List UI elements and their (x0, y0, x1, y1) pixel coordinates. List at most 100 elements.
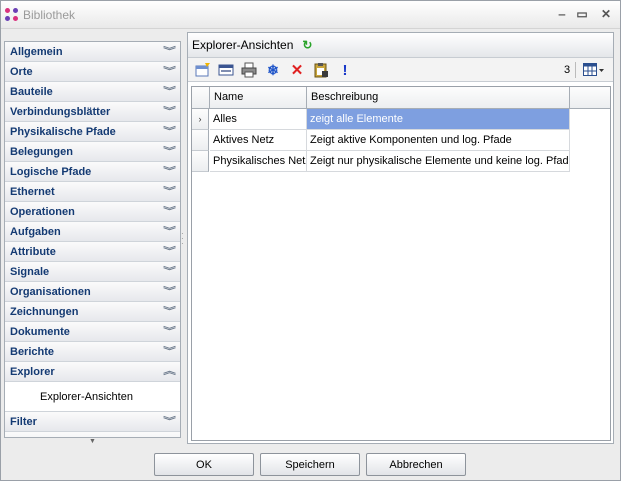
ok-button[interactable]: OK (154, 453, 254, 476)
window-title: Bibliothek (23, 8, 76, 22)
delete-icon[interactable]: ✕ (288, 61, 306, 79)
row-selector[interactable] (192, 130, 209, 151)
chevron-down-icon: ︾ (163, 146, 176, 156)
sidebar-item-label: Explorer (10, 365, 55, 378)
title-bar: Bibliothek ‒ ▭ ✕ (1, 1, 620, 29)
sidebar-item-label: Ethernet (10, 185, 55, 198)
chevron-down-icon: ︾ (163, 106, 176, 116)
chevron-down-icon: ︾ (163, 66, 176, 76)
current-row-arrow-icon: › (192, 109, 209, 130)
sidebar-item-orte[interactable]: Orte ︾ (5, 62, 180, 82)
sidebar-item-physikalische-pfade[interactable]: Physikalische Pfade ︾ (5, 122, 180, 142)
sidebar-item-explorer[interactable]: Explorer ︽ (5, 362, 180, 382)
sidebar-item-ethernet[interactable]: Ethernet ︾ (5, 182, 180, 202)
sidebar-item-label: Bauteile (10, 85, 53, 98)
sidebar-item-label: Berichte (10, 345, 55, 358)
table-row[interactable]: › Alles zeigt alle Elemente (192, 109, 570, 130)
sidebar-item-label: Verbindungsblätter (10, 105, 111, 118)
column-header-name[interactable]: Name (210, 87, 307, 109)
new-view-icon[interactable] (194, 61, 212, 79)
sidebar-item-label: Allgemein (10, 45, 63, 58)
explorer-views-panel: Explorer-Ansichten ↻ ❄ ✕ ! 3 Name Beschr… (187, 32, 614, 444)
cell-description[interactable]: Zeigt aktive Komponenten und log. Pfade (307, 130, 570, 151)
print-icon[interactable] (240, 61, 258, 79)
sidebar-item-verbindungsblaetter[interactable]: Verbindungsblätter ︾ (5, 102, 180, 122)
library-window: Bibliothek ‒ ▭ ✕ Allgemein ︾ Orte ︾ Bautei… (0, 0, 621, 481)
sidebar-item-label: Orte (10, 65, 33, 78)
sidebar-item-aufgaben[interactable]: Aufgaben ︾ (5, 222, 180, 242)
chevron-down-icon: ︾ (163, 246, 176, 256)
sidebar-item-dokumente[interactable]: Dokumente ︾ (5, 322, 180, 342)
sidebar-item-label: Belegungen (10, 145, 73, 158)
chevron-up-icon: ︽ (163, 366, 176, 376)
panel-title: Explorer-Ansichten (192, 38, 294, 52)
column-chooser-icon[interactable] (581, 61, 607, 79)
sidebar-subitem-explorer-ansichten[interactable]: Explorer-Ansichten (5, 382, 180, 412)
sidebar-item-belegungen[interactable]: Belegungen ︾ (5, 142, 180, 162)
sidebar-item-label: Zeichnungen (10, 305, 79, 318)
chevron-down-icon: ︾ (163, 326, 176, 336)
views-grid: Name Beschreibung › Alles zeigt alle Ele… (191, 86, 611, 441)
close-icon[interactable]: ✕ (597, 6, 615, 22)
sidebar-item-signale[interactable]: Signale ︾ (5, 262, 180, 282)
sidebar-item-label: Organisationen (10, 285, 91, 298)
sidebar-item-organisationen[interactable]: Organisationen ︾ (5, 282, 180, 302)
chevron-down-icon: ︾ (163, 346, 176, 356)
chevron-down-icon: ︾ (163, 416, 176, 426)
grid-header: Name Beschreibung (192, 87, 610, 109)
chevron-down-icon: ▼ (89, 438, 96, 445)
column-header-description[interactable]: Beschreibung (307, 87, 570, 109)
sidebar-item-label: Aufgaben (10, 225, 61, 238)
edit-view-icon[interactable] (217, 61, 235, 79)
sidebar-item-berichte[interactable]: Berichte ︾ (5, 342, 180, 362)
cell-name[interactable]: Alles (210, 109, 307, 130)
cell-name[interactable]: Physikalisches Netz (210, 151, 307, 172)
toolbar-separator (575, 62, 576, 78)
minimize-icon[interactable]: ‒ (553, 6, 571, 22)
panel-toolbar: ❄ ✕ ! 3 (188, 58, 613, 82)
chevron-down-icon: ︾ (163, 226, 176, 236)
cell-description[interactable]: Zeigt nur physikalische Elemente und kei… (307, 151, 570, 172)
sidebar-item-label: Dokumente (10, 325, 70, 338)
sidebar-item-allgemein[interactable]: Allgemein ︾ (5, 42, 180, 62)
sidebar-item-label: Signale (10, 265, 50, 278)
app-logo-icon (5, 8, 19, 22)
table-row[interactable]: Physikalisches Netz Zeigt nur physikalis… (192, 151, 570, 172)
chevron-down-icon: ︾ (163, 206, 176, 216)
exclamation-icon[interactable]: ! (336, 61, 354, 79)
chevron-down-icon: ︾ (163, 166, 176, 176)
clipboard-icon[interactable] (312, 61, 330, 79)
refresh-icon[interactable]: ↻ (302, 38, 312, 52)
sidebar-overflow-grip[interactable]: ▼ (4, 438, 181, 446)
sidebar-item-logische-pfade[interactable]: Logische Pfade ︾ (5, 162, 180, 182)
chevron-down-icon: ︾ (163, 306, 176, 316)
chevron-down-icon: ︾ (163, 46, 176, 56)
sidebar-item-label: Logische Pfade (10, 165, 92, 178)
cell-description[interactable]: zeigt alle Elemente (307, 109, 570, 130)
sidebar-item-label: Operationen (10, 205, 75, 218)
chevron-down-icon: ︾ (163, 286, 176, 296)
sidebar-item-attribute[interactable]: Attribute ︾ (5, 242, 180, 262)
cell-name[interactable]: Aktives Netz (210, 130, 307, 151)
sidebar-item-label: Physikalische Pfade (10, 125, 116, 138)
chevron-down-icon: ︾ (163, 266, 176, 276)
sidebar-item-zeichnungen[interactable]: Zeichnungen ︾ (5, 302, 180, 322)
chevron-down-icon: ︾ (163, 126, 176, 136)
row-selector[interactable] (192, 151, 209, 172)
sidebar-item-operationen[interactable]: Operationen ︾ (5, 202, 180, 222)
item-count: 3 (564, 64, 571, 76)
snowflake-icon[interactable]: ❄ (264, 61, 282, 79)
splitter-handle[interactable]: · · · (181, 230, 185, 251)
cancel-button[interactable]: Abbrechen (366, 453, 466, 476)
sidebar-item-bauteile[interactable]: Bauteile ︾ (5, 82, 180, 102)
sidebar-item-filter[interactable]: Filter ︾ (5, 412, 180, 432)
sidebar-item-label: Filter (10, 415, 37, 428)
sidebar-subitem-label: Explorer-Ansichten (40, 390, 133, 403)
chevron-down-icon: ︾ (163, 186, 176, 196)
sidebar-item-label: Attribute (10, 245, 56, 258)
category-sidebar: Allgemein ︾ Orte ︾ Bauteile ︾ Verbindungsbl… (4, 41, 181, 438)
table-row[interactable]: Aktives Netz Zeigt aktive Komponenten un… (192, 130, 570, 151)
chevron-down-icon: ︾ (163, 86, 176, 96)
save-button[interactable]: Speichern (260, 453, 360, 476)
maximize-icon[interactable]: ▭ (573, 6, 591, 22)
